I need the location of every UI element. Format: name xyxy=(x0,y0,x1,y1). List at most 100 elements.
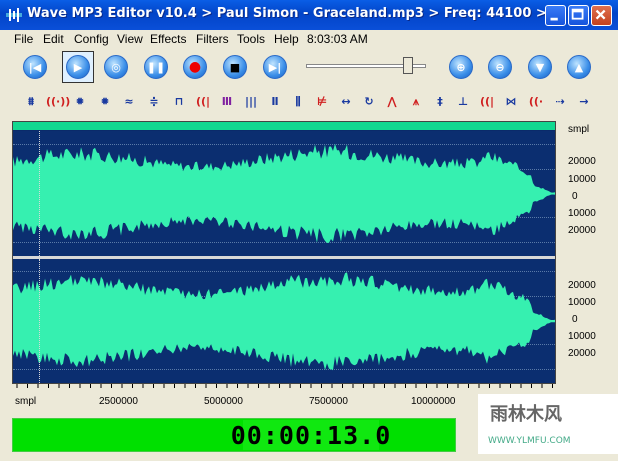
app-icon xyxy=(6,8,22,22)
window-title: Wave MP3 Editor v10.4 > Paul Simon - Gra… xyxy=(27,6,547,21)
maximize-button[interactable] xyxy=(568,5,589,26)
overview-bar[interactable] xyxy=(13,122,555,130)
record-icon: ● xyxy=(188,59,202,75)
scale-tick: 10000 xyxy=(568,208,596,219)
envelope-icon[interactable]: ⊓ xyxy=(170,94,188,110)
stop-button[interactable]: ■ xyxy=(223,55,247,79)
title-bar[interactable]: Wave MP3 Editor v10.4 > Paul Simon - Gra… xyxy=(0,0,618,30)
app-window: Wave MP3 Editor v10.4 > Paul Simon - Gra… xyxy=(0,0,618,461)
vibrato-icon[interactable]: ((· xyxy=(527,94,545,110)
record-button[interactable]: ● xyxy=(183,55,207,79)
watermark-text: 雨林木风 xyxy=(490,404,562,425)
zoom-out-icon: ⊖ xyxy=(495,60,505,74)
pause-icon: ❚❚ xyxy=(146,60,166,74)
pitch-up-icon[interactable]: ⩚ xyxy=(407,94,425,110)
scale-tick: 20000 xyxy=(568,225,596,236)
time-axis-tick: 10000000 xyxy=(411,396,456,407)
stretch-icon[interactable]: ↔ xyxy=(337,94,355,110)
waveform-left xyxy=(13,143,555,243)
scale-unit: smpl xyxy=(568,124,590,135)
menu-edit[interactable]: Edit xyxy=(43,32,64,46)
loop-icon: ◎ xyxy=(111,60,121,74)
menu-bar: File Edit Config View Effects Filters To… xyxy=(0,30,618,48)
scale-tick: 10000 xyxy=(568,174,596,185)
waveform-channel-right[interactable] xyxy=(13,259,555,383)
wave-effect-icon[interactable]: ≈ xyxy=(120,94,138,110)
effects-toolbar: ⩩ ((·)) ✹ ✹ ≈ ≑ ⊓ ((| Ⅲ ||| Ⅱ ⫼ ⊭ ↔ ↻ ⋀ … xyxy=(0,89,618,115)
zoom-in-button[interactable]: ⊕ xyxy=(449,55,473,79)
fade-icon[interactable]: ⫼ xyxy=(289,94,307,110)
rewind-icon: |◀ xyxy=(28,60,42,74)
minimize-button[interactable] xyxy=(545,5,566,26)
scale-tick: 0 xyxy=(572,314,578,325)
gear-effect-icon[interactable]: ✹ xyxy=(71,94,89,110)
minimize-icon xyxy=(550,17,558,21)
watermark-url: WWW.YLMFU.COM xyxy=(488,436,571,446)
time-axis-tick: 7500000 xyxy=(309,396,348,407)
close-icon xyxy=(595,9,606,20)
invert-icon[interactable]: → xyxy=(575,94,593,110)
amplify-icon[interactable]: ||| xyxy=(242,94,260,110)
pitch-icon[interactable]: ⋀ xyxy=(383,94,401,110)
time-axis-tick: 2500000 xyxy=(99,396,138,407)
menu-help[interactable]: Help xyxy=(274,32,299,46)
playhead-marker[interactable] xyxy=(39,131,40,256)
menu-tools[interactable]: Tools xyxy=(237,32,265,46)
pause-button[interactable]: ❚❚ xyxy=(144,55,168,79)
amplitude-scale-left: smpl 20000 10000 0 10000 20000 xyxy=(560,122,618,252)
volume-slider-thumb[interactable] xyxy=(403,57,413,74)
scale-tick: 10000 xyxy=(568,297,596,308)
zoom-out-button[interactable]: ⊖ xyxy=(488,55,512,79)
scale-tick: 0 xyxy=(572,191,578,202)
distort-icon[interactable]: ⊭ xyxy=(313,94,331,110)
tempo-icon[interactable]: ‡ xyxy=(431,94,449,110)
menu-config[interactable]: Config xyxy=(74,32,109,46)
scale-tick: 20000 xyxy=(568,348,596,359)
scroll-down-button[interactable]: ▼ xyxy=(528,55,552,79)
chevron-down-icon: ▼ xyxy=(535,60,545,74)
scale-tick: 10000 xyxy=(568,331,596,342)
time-axis-ticks xyxy=(16,384,553,388)
menu-filters[interactable]: Filters xyxy=(196,32,229,46)
close-button[interactable] xyxy=(591,5,612,26)
sound-waves-icon[interactable]: ((·)) xyxy=(46,94,70,110)
scale-tick: 20000 xyxy=(568,156,596,167)
scale-tick: 20000 xyxy=(568,280,596,291)
waveform-envelope xyxy=(13,272,555,371)
waveform-channel-left[interactable] xyxy=(13,131,555,256)
menu-file[interactable]: File xyxy=(14,32,33,46)
filter-icon[interactable]: ⩩ xyxy=(22,94,40,110)
menu-view[interactable]: View xyxy=(117,32,143,46)
scroll-up-button[interactable]: ▲ xyxy=(567,55,591,79)
play-icon: ▶ xyxy=(73,60,83,74)
loop-button[interactable]: ◎ xyxy=(104,55,128,79)
clock: 8:03:03 AM xyxy=(307,32,368,46)
loop-effect-icon[interactable]: ↻ xyxy=(360,94,378,110)
waveform-envelope xyxy=(13,143,555,243)
forward-icon: ▶| xyxy=(268,60,282,74)
tempo-down-icon[interactable]: ⊥ xyxy=(454,94,472,110)
stop-icon: ■ xyxy=(229,60,241,74)
gear-effect-2-icon[interactable]: ✹ xyxy=(96,94,114,110)
zoom-in-icon: ⊕ xyxy=(456,60,466,74)
time-axis-unit: smpl xyxy=(15,396,37,407)
time-display: 00:00:13.0 xyxy=(230,420,392,450)
maximize-icon xyxy=(571,8,584,20)
compress-icon[interactable]: ≑ xyxy=(145,94,163,110)
time-axis: smpl 2500000 5000000 7500000 10000000 xyxy=(13,384,555,414)
reverse-icon[interactable]: ⇢ xyxy=(551,94,569,110)
playhead-marker[interactable] xyxy=(39,259,40,383)
echo-icon[interactable]: ((| xyxy=(194,94,212,110)
menu-effects[interactable]: Effects xyxy=(150,32,186,46)
forward-button[interactable]: ▶| xyxy=(263,55,287,79)
reverb-icon[interactable]: Ⅲ xyxy=(218,94,236,110)
rewind-button[interactable]: |◀ xyxy=(23,55,47,79)
play-button[interactable]: ▶ xyxy=(66,55,90,79)
flanger-icon[interactable]: ⋈ xyxy=(502,94,520,110)
time-axis-tick: 5000000 xyxy=(204,396,243,407)
chevron-up-icon: ▲ xyxy=(574,60,584,74)
normalize-icon[interactable]: Ⅱ xyxy=(266,94,284,110)
chorus-icon[interactable]: ((| xyxy=(478,94,496,110)
waveform-right xyxy=(13,272,555,371)
amplitude-scale-right: 20000 10000 0 10000 20000 xyxy=(560,278,618,388)
